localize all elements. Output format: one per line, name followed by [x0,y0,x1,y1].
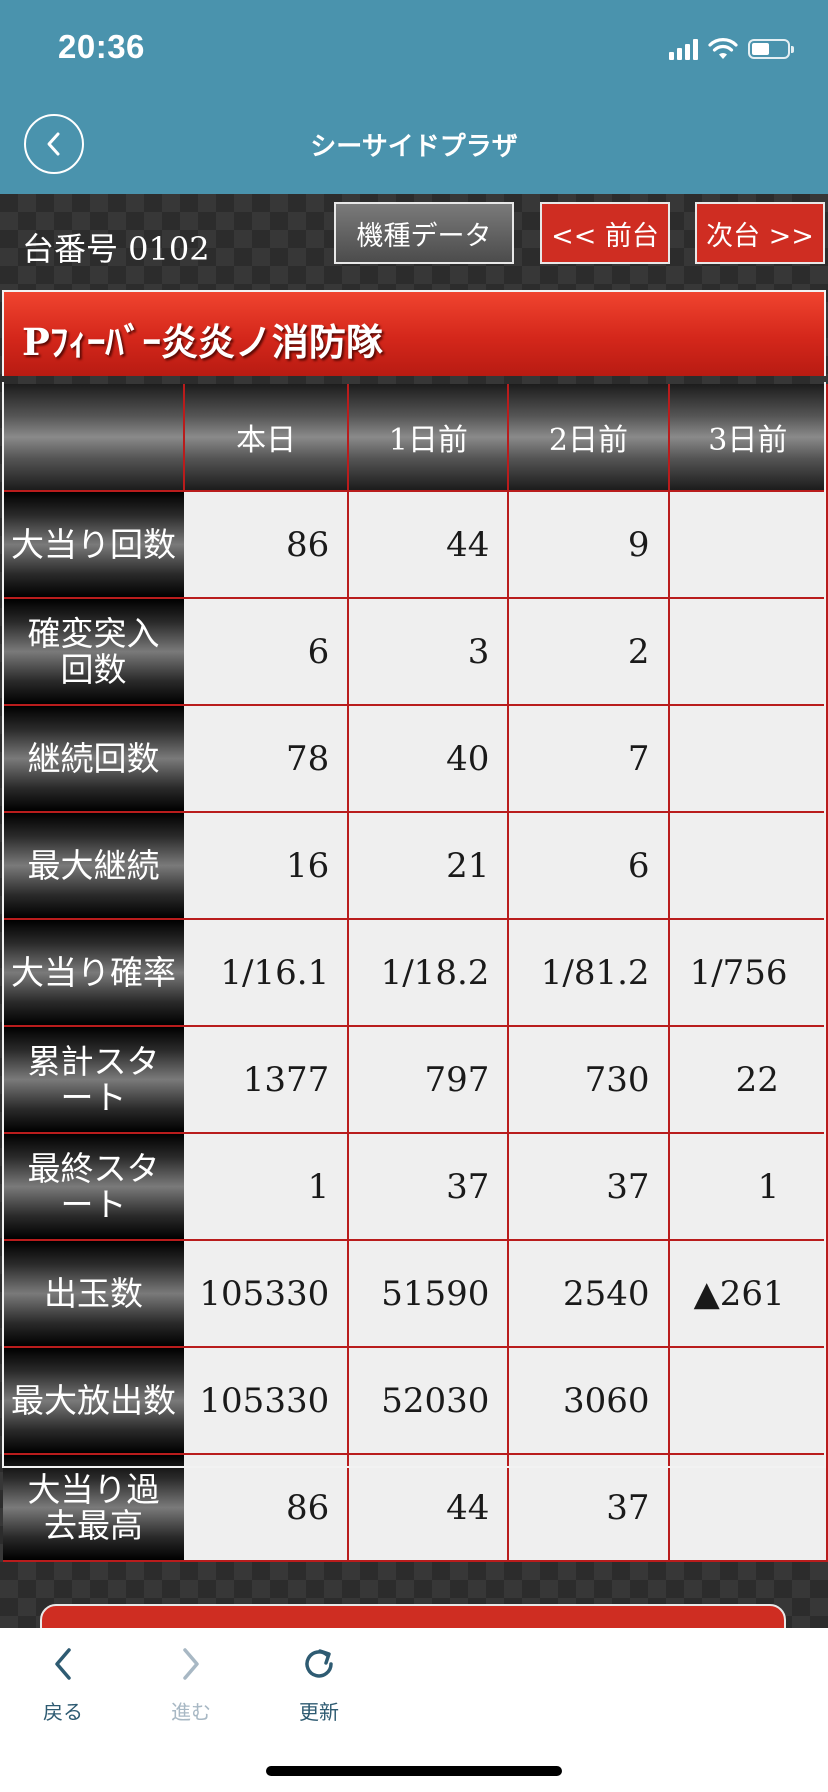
status-icons [669,36,794,62]
reload-icon [305,1649,333,1678]
next-machine-button[interactable]: 次台 >> [695,202,825,264]
table-cell: 1/16.1 [184,919,350,1027]
content-area: 台番号 0102 機種データ << 前台 次台 >> Pﾌｨｰﾊﾞｰ炎炎ノ消防隊… [0,194,828,1664]
table-cell: 78 [184,705,350,813]
table-cell: 86 [184,1454,350,1562]
table-cell: 730 [508,1026,670,1134]
table-corner [3,384,186,492]
column-header: 3日前 [667,384,828,492]
table-row: 最大放出数 105330 52030 3060 [3,1347,828,1455]
table-cell: 44 [348,1454,510,1562]
table-cell: 22 [668,1026,828,1134]
table-cell [668,491,828,599]
previous-machine-button[interactable]: << 前台 [540,202,670,264]
table-cell: 37 [508,1454,670,1562]
table-row: 大当り過去最高 86 44 37 [3,1454,828,1562]
row-label: 継続回数 [3,705,185,813]
table-row: 継続回数 78 40 7 [3,705,828,813]
table-cell: 3 [348,598,510,706]
table-cell: 1 [668,1133,828,1241]
status-bar: 20:36 [0,0,828,96]
chevron-left-icon [55,1648,71,1680]
chevron-right-icon [183,1648,199,1680]
table-cell: 37 [508,1133,670,1241]
table-row: 出玉数 105330 51590 2540 ▲261 [3,1240,828,1348]
table-cell [668,1347,828,1455]
table-cell: 6 [508,812,670,920]
status-time: 20:36 [58,28,145,65]
table-cell: 52030 [348,1347,510,1455]
table-cell: 86 [184,491,350,599]
table-cell: 1/756 [668,919,828,1027]
machine-title: Pﾌｨｰﾊﾞｰ炎炎ノ消防隊 [22,320,383,364]
toolbar-forward-button[interactable]: 進む [146,1642,236,1725]
table-cell: 40 [348,705,510,813]
navigation-bar: シーサイドプラザ [0,96,828,194]
table-cell: 2 [508,598,670,706]
table-cell [668,1454,828,1562]
page-title: シーサイドプラザ [310,132,518,162]
table-cell: 1377 [184,1026,350,1134]
table-cell: 44 [348,491,510,599]
table-row: 累計スタート 1377 797 730 22 [3,1026,828,1134]
toolbar-back-label: 戻る [43,1700,83,1724]
table-cell: 9 [508,491,670,599]
column-header: 2日前 [507,384,670,492]
table-row: 大当り確率 1/16.1 1/18.2 1/81.2 1/756 [3,919,828,1027]
toolbar-forward-label: 進む [171,1700,211,1724]
row-label: 最大継続 [3,812,185,920]
table-cell: 6 [184,598,350,706]
column-header: 1日前 [347,384,510,492]
battery-icon [748,39,794,59]
table-cell: 51590 [348,1240,510,1348]
table-row: 確変突入回数 6 3 2 [3,598,828,706]
table-cell [668,705,828,813]
table-cell [668,598,828,706]
table-cell: 105330 [184,1347,350,1455]
table-row: 大当り回数 86 44 9 [3,491,828,599]
table-cell: 797 [348,1026,510,1134]
wifi-icon [708,38,738,59]
row-label: 最終スタート [3,1133,185,1241]
table-cell [668,812,828,920]
table-cell: 16 [184,812,350,920]
cellular-signal-icon [669,38,698,60]
column-header: 本日 [183,384,350,492]
toolbar-back-button[interactable]: 戻る [18,1642,108,1725]
table-cell: 1 [184,1133,350,1241]
row-label: 大当り回数 [3,491,185,599]
toolbar-reload-button[interactable]: 更新 [274,1642,364,1725]
row-label: 大当り確率 [3,919,185,1027]
machine-title-banner: Pﾌｨｰﾊﾞｰ炎炎ノ消防隊 [2,290,826,376]
row-label: 確変突入回数 [3,598,185,706]
table-cell: 105330 [184,1240,350,1348]
machine-data-table: 本日 1日前 2日前 3日前 大当り回数 86 44 9 確変突入回数 6 3 … [3,384,828,1562]
table-cell: 7 [508,705,670,813]
row-label: 大当り過去最高 [3,1454,185,1562]
row-label: 出玉数 [3,1240,185,1348]
table-cell: 21 [348,812,510,920]
table-cell: 2540 [508,1240,670,1348]
machine-number: 台番号 0102 [22,230,210,268]
row-label: 累計スタート [3,1026,185,1134]
table-cell: 3060 [508,1347,670,1455]
table-cell: ▲261 [668,1240,828,1348]
toolbar-reload-label: 更新 [299,1700,339,1724]
table-row: 最終スタート 1 37 37 1 [3,1133,828,1241]
table-cell: 1/18.2 [348,919,510,1027]
table-row: 最大継続 16 21 6 [3,812,828,920]
table-cell: 37 [348,1133,510,1241]
table-cell: 1/81.2 [508,919,670,1027]
model-data-button[interactable]: 機種データ [334,202,514,264]
row-label: 最大放出数 [3,1347,185,1455]
table-header-row: 本日 1日前 2日前 3日前 [3,384,828,492]
home-indicator [266,1766,562,1776]
